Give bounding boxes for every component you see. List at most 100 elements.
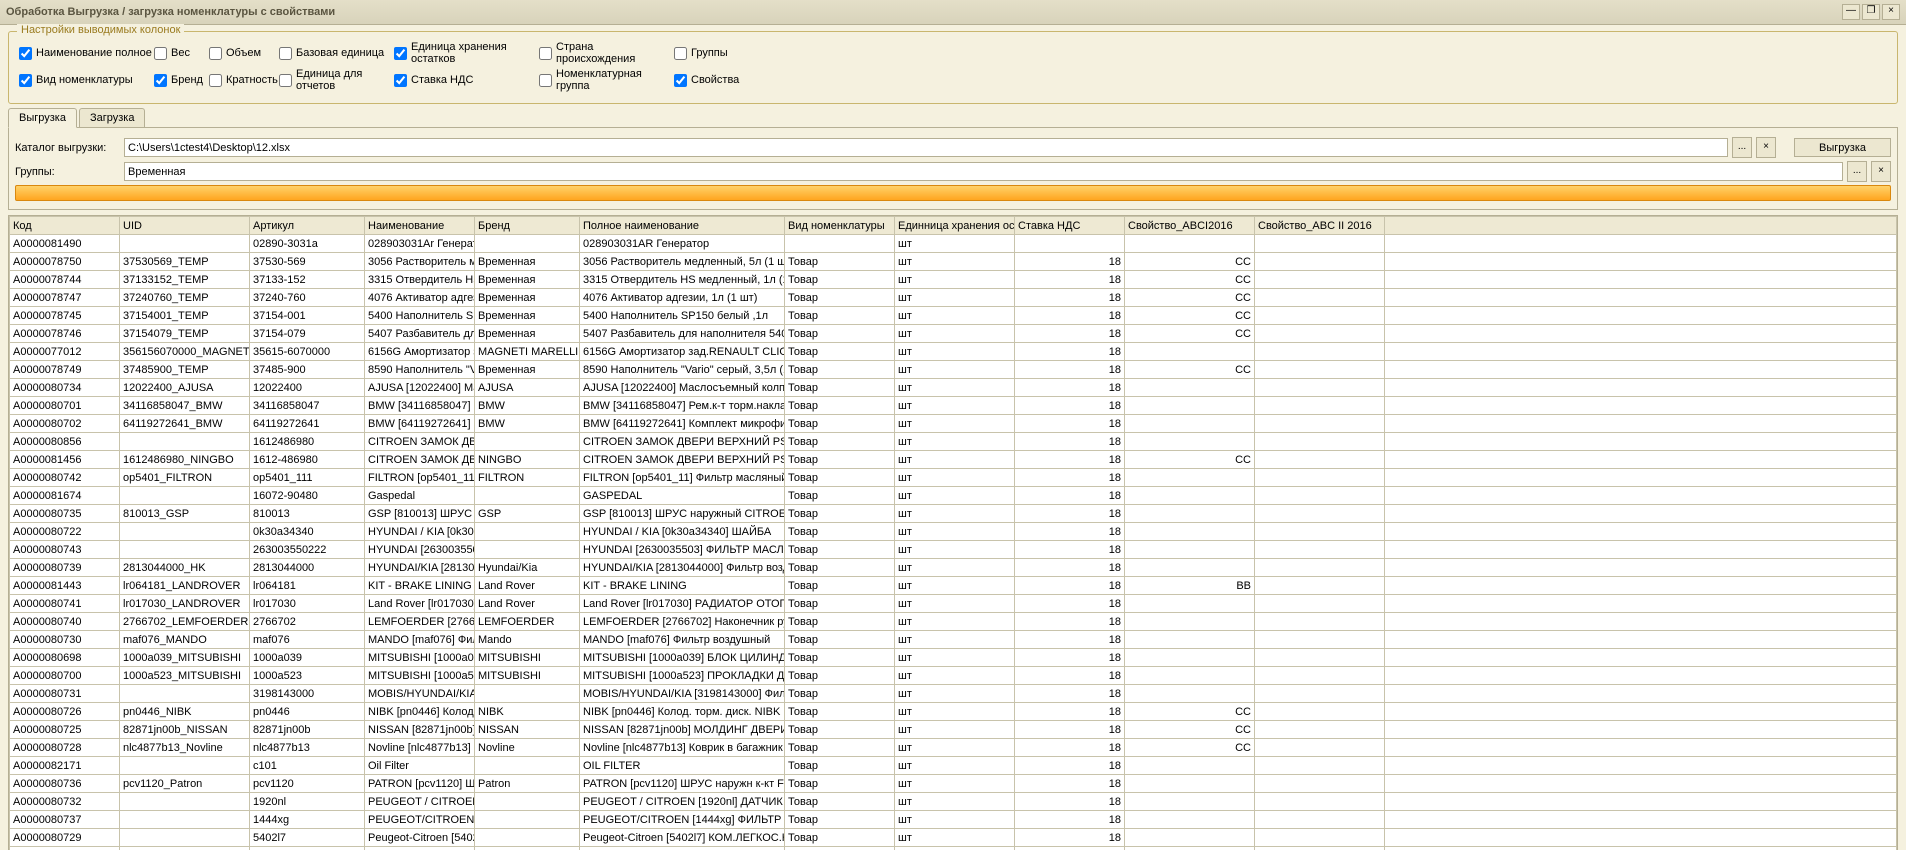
table-row[interactable]: A0000080728nlc4877b13_Novlinenlc4877b13N…	[10, 739, 1897, 757]
table-row[interactable]: A0000080735810013_GSP810013GSP [810013] …	[10, 505, 1897, 523]
table-row[interactable]: A00000807220k30a34340HYUNDAI / KIA [0k30…	[10, 523, 1897, 541]
table-row[interactable]: A00000807392813044000_HK2813044000HYUNDA…	[10, 559, 1897, 577]
table-row[interactable]: A0000080738fap3310_PILENGAfap3310PILENGA…	[10, 847, 1897, 850]
table-row[interactable]: A000007874937485900_TEMP37485-9008590 На…	[10, 361, 1897, 379]
cell: Товар	[785, 415, 895, 433]
tab-export[interactable]: Выгрузка	[8, 108, 77, 128]
cell: 37240760_TEMP	[120, 289, 250, 307]
cell	[1255, 559, 1385, 577]
cell: A0000080740	[10, 613, 120, 631]
column-header[interactable]: Наименование	[365, 217, 475, 235]
cell: CC	[1125, 289, 1255, 307]
cell: шт	[895, 613, 1015, 631]
cell: A0000080734	[10, 379, 120, 397]
table-row[interactable]: A000008167416072-90480GaspedalGASPEDALТо…	[10, 487, 1897, 505]
table-row[interactable]: A000008149002890-3031a028903031Ar Генера…	[10, 235, 1897, 253]
table-row[interactable]: A00000807001000a523_MITSUBISHI1000a523MI…	[10, 667, 1897, 685]
cell: шт	[895, 361, 1015, 379]
restore-icon[interactable]: ❐	[1862, 4, 1880, 20]
table-row[interactable]: A0000080726pn0446_NIBKpn0446NIBK [pn0446…	[10, 703, 1897, 721]
table-row[interactable]: A000008070264119272641_BMW64119272641BMW…	[10, 415, 1897, 433]
cell: PEUGEOT / CITROEN	[365, 793, 475, 811]
checkbox-Наименование полное[interactable]	[19, 47, 32, 60]
catalog-input[interactable]	[124, 138, 1728, 157]
checkbox-label: Единица хранения остатков	[411, 41, 539, 65]
table-row[interactable]: A000008070134116858047_BMW34116858047BMW…	[10, 397, 1897, 415]
checkbox-Бренд[interactable]	[154, 74, 167, 87]
cell: шт	[895, 253, 1015, 271]
groups-browse-button[interactable]: ...	[1847, 161, 1867, 182]
export-button[interactable]: Выгрузка	[1794, 138, 1891, 157]
close-icon[interactable]: ×	[1882, 4, 1900, 20]
cell: 37485-900	[250, 361, 365, 379]
column-header[interactable]: Код	[10, 217, 120, 235]
column-header[interactable]: Свойство_ABC II 2016	[1255, 217, 1385, 235]
checkbox-Базовая единица[interactable]	[279, 47, 292, 60]
checkbox-Кратность[interactable]	[209, 74, 222, 87]
table-row[interactable]: A000007874637154079_TEMP37154-0795407 Ра…	[10, 325, 1897, 343]
table-row[interactable]: A00000807295402l7Peugeot-Citroen [5402Pe…	[10, 829, 1897, 847]
checkbox-Номенклатурная группа[interactable]	[539, 74, 552, 87]
table-row[interactable]: A000008072582871jn00b_NISSAN82871jn00bNI…	[10, 721, 1897, 739]
cell	[1255, 451, 1385, 469]
cell: 37530-569	[250, 253, 365, 271]
checkbox-Единица хранения остатков[interactable]	[394, 47, 407, 60]
column-header[interactable]: Свойство_ABCI2016	[1125, 217, 1255, 235]
tab-import[interactable]: Загрузка	[79, 108, 145, 128]
table-row[interactable]: A0000081443lr064181_LANDROVERlr064181KIT…	[10, 577, 1897, 595]
table-row[interactable]: A000007874537154001_TEMP37154-0015400 На…	[10, 307, 1897, 325]
clear-groups-button[interactable]: ×	[1871, 161, 1891, 182]
groups-input[interactable]	[124, 162, 1843, 181]
table-row[interactable]: A00000806981000a039_MITSUBISHI1000a039MI…	[10, 649, 1897, 667]
cell	[1125, 487, 1255, 505]
cell: шт	[895, 487, 1015, 505]
table-row[interactable]: A000007874437133152_TEMP37133-1523315 От…	[10, 271, 1897, 289]
checkbox-Вес[interactable]	[154, 47, 167, 60]
cell: MOBIS/HYUNDAI/KIA [3198143000] Фил	[580, 685, 785, 703]
column-header[interactable]: Бренд	[475, 217, 580, 235]
table-row[interactable]: A0000080743263003550222HYUNDAI [26300355…	[10, 541, 1897, 559]
column-header[interactable]: Единница хранения остатков	[895, 217, 1015, 235]
column-header[interactable]: Ставка НДС	[1015, 217, 1125, 235]
table-row[interactable]: A0000080736pcv1120_Patronpcv1120PATRON […	[10, 775, 1897, 793]
table-row[interactable]: A0000080730maf076_MANDOmaf076MANDO [maf0…	[10, 631, 1897, 649]
table-row[interactable]: A000007875037530569_TEMP37530-5693056 Ра…	[10, 253, 1897, 271]
cell: PILENGA [fap3310] Деталь FA-P 3310 Ф	[580, 847, 785, 850]
table-row[interactable]: A0000077012356156070000_MAGNETT35615-607…	[10, 343, 1897, 361]
title-bar: Обработка Выгрузка / загрузка номенклату…	[0, 0, 1906, 25]
table-row[interactable]: A00000807313198143000MOBIS/HYUNDAI/KIAMO…	[10, 685, 1897, 703]
cell: A0000078745	[10, 307, 120, 325]
table-row[interactable]: A000007874737240760_TEMP37240-7604076 Ак…	[10, 289, 1897, 307]
table-row[interactable]: A00000808561612486980CITROEN ЗАМОК ДВЕРИ…	[10, 433, 1897, 451]
column-header[interactable]: Артикул	[250, 217, 365, 235]
table-row[interactable]: A000008073412022400_AJUSA12022400AJUSA […	[10, 379, 1897, 397]
table-row[interactable]: A00000807402766702_LEMFOERDER2766702LEMF…	[10, 613, 1897, 631]
checkbox-Единица для отчетов[interactable]	[279, 74, 292, 87]
column-header[interactable]: Вид номенклатуры	[785, 217, 895, 235]
table-row[interactable]: A0000080741lr017030_LANDROVERlr017030Lan…	[10, 595, 1897, 613]
cell: Товар	[785, 361, 895, 379]
data-grid[interactable]: КодUIDАртикулНаименованиеБрендПолное наи…	[8, 215, 1898, 850]
cell: шт	[895, 757, 1015, 775]
column-header[interactable]: UID	[120, 217, 250, 235]
table-row[interactable]: A0000082171c101Oil FilterOIL FILTERТовар…	[10, 757, 1897, 775]
browse-button[interactable]: ...	[1732, 137, 1752, 158]
minimize-icon[interactable]: —	[1842, 4, 1860, 20]
checkbox-Ставка НДС[interactable]	[394, 74, 407, 87]
table-row[interactable]: A00000814561612486980_NINGBO1612-486980C…	[10, 451, 1897, 469]
checkbox-Свойства[interactable]	[674, 74, 687, 87]
cell: AJUSA [12022400] Ма	[365, 379, 475, 397]
cell: 5400 Наполнитель SP150 белый ,1л	[580, 307, 785, 325]
table-row[interactable]: A00000807371444xgPEUGEOT/CITROENPEUGEOT/…	[10, 811, 1897, 829]
cell	[1255, 739, 1385, 757]
clear-catalog-button[interactable]: ×	[1756, 137, 1776, 158]
table-row[interactable]: A0000080742op5401_FILTRONop5401_111FILTR…	[10, 469, 1897, 487]
checkbox-Объем[interactable]	[209, 47, 222, 60]
checkbox-Вид номенклатуры[interactable]	[19, 74, 32, 87]
checkbox-Страна происхождения[interactable]	[539, 47, 552, 60]
checkbox-Группы[interactable]	[674, 47, 687, 60]
column-header[interactable]: Полное наименование	[580, 217, 785, 235]
cell: BMW [64119272641] Комплект микрофи	[580, 415, 785, 433]
table-row[interactable]: A00000807321920nlPEUGEOT / CITROENPEUGEO…	[10, 793, 1897, 811]
cell	[120, 523, 250, 541]
